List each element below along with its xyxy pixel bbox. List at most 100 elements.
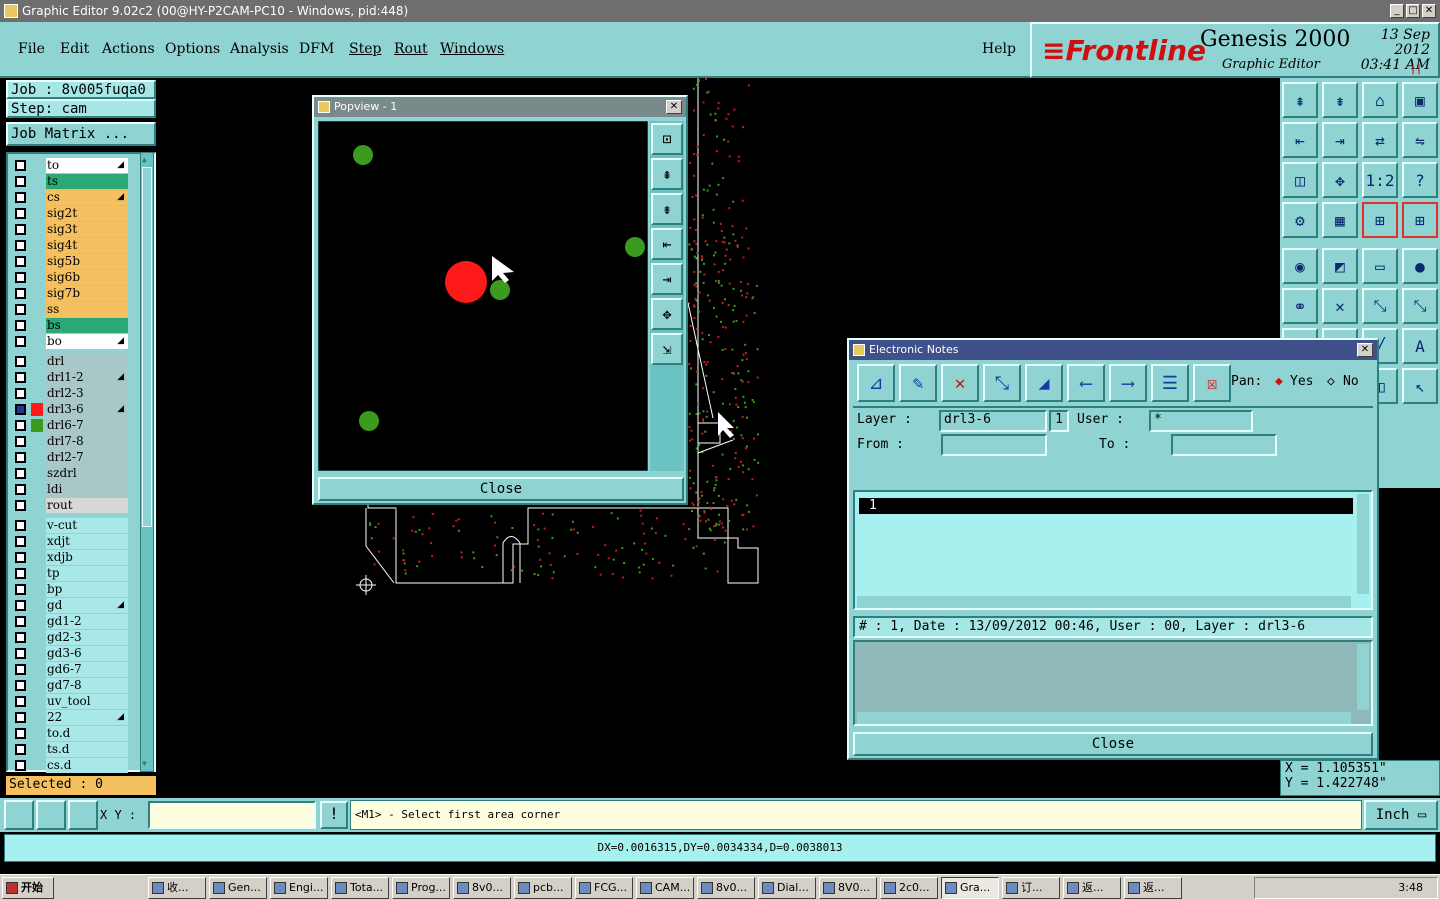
layer-name[interactable]: rout — [46, 498, 128, 513]
menu-analysis[interactable]: Analysis — [230, 41, 289, 57]
layer-row[interactable]: drl3-6 ◢ — [12, 402, 130, 417]
home-icon[interactable]: ⌂ — [1362, 82, 1398, 118]
to-input[interactable] — [1171, 434, 1277, 456]
layer-row[interactable]: gd1-2 — [12, 614, 130, 629]
layer-checkbox[interactable] — [15, 356, 26, 367]
window-icon[interactable]: ▣ — [1402, 82, 1438, 118]
measure-mode-icon[interactable] — [36, 800, 66, 830]
layer-name[interactable]: drl1-2 ◢ — [46, 370, 128, 385]
close-window-button[interactable]: ✕ — [1422, 4, 1436, 18]
query-icon[interactable]: ? — [1402, 162, 1438, 198]
menu-actions[interactable]: Actions — [102, 41, 155, 57]
layer-checkbox[interactable] — [15, 760, 26, 771]
layer-row[interactable]: sig2t — [12, 206, 130, 221]
notes-list-item[interactable]: 1 — [859, 498, 1353, 514]
layer-name[interactable]: 22 ◢ — [46, 710, 128, 725]
layer-name[interactable]: gd1-2 — [46, 614, 128, 629]
snap-mode-icon[interactable] — [4, 800, 34, 830]
layer-checkbox[interactable] — [15, 192, 26, 203]
layer-checkbox[interactable] — [15, 240, 26, 251]
layer-name[interactable]: ldi — [46, 482, 128, 497]
layer-checkbox[interactable] — [15, 648, 26, 659]
layer-name[interactable]: gd ◢ — [46, 598, 128, 613]
taskbar-item[interactable]: 2c0... — [880, 877, 938, 899]
popview-layer-down-icon[interactable]: ⇟ — [651, 193, 683, 225]
from-input[interactable] — [941, 434, 1047, 456]
start-button[interactable]: 开始 — [2, 877, 54, 899]
menu-step[interactable]: Step — [349, 41, 381, 57]
popview-canvas[interactable] — [318, 121, 648, 471]
layer-row[interactable]: xdjb — [12, 550, 130, 565]
layer-name[interactable]: sig6b — [46, 270, 128, 285]
layer-row[interactable]: gd ◢ — [12, 598, 130, 613]
taskbar-item[interactable]: FCG... — [575, 877, 633, 899]
layer-checkbox[interactable] — [15, 468, 26, 479]
layer-checkbox[interactable] — [15, 680, 26, 691]
layer-name[interactable]: bs — [46, 318, 128, 333]
layer-row[interactable]: bs — [12, 318, 130, 333]
layer-row[interactable]: v-cut — [12, 518, 130, 533]
layer-name[interactable]: cs.d — [46, 758, 128, 773]
layer-name[interactable]: bp — [46, 582, 128, 597]
layer-checkbox[interactable] — [15, 160, 26, 171]
layer-checkbox[interactable] — [15, 420, 26, 431]
layer-checkbox[interactable] — [15, 520, 26, 531]
layer-checkbox[interactable] — [15, 568, 26, 579]
notes-list[interactable]: 1 — [853, 490, 1373, 610]
zoom-prev-icon[interactable]: ⇤ — [1282, 122, 1318, 158]
layer-input[interactable]: drl3-6 — [939, 410, 1047, 432]
enotes-close-button[interactable]: Close — [853, 732, 1373, 756]
snap-grid-icon[interactable]: ▦ — [1322, 202, 1358, 238]
layer-row[interactable]: to.d — [12, 726, 130, 741]
layer-row[interactable]: szdrl — [12, 466, 130, 481]
layer-row[interactable]: gd7-8 — [12, 678, 130, 693]
layer-row[interactable]: drl2-7 — [12, 450, 130, 465]
layer-row[interactable]: drl — [12, 354, 130, 369]
layer-submenu-icon[interactable]: ◢ — [117, 158, 124, 173]
notes-list-hscroll[interactable] — [857, 596, 1351, 608]
pan-no-label[interactable]: No — [1343, 374, 1359, 389]
layer-checkbox[interactable] — [15, 484, 26, 495]
layer-name[interactable]: gd2-3 — [46, 630, 128, 645]
layer-checkbox[interactable] — [15, 436, 26, 447]
layer-name[interactable]: drl7-8 — [46, 434, 128, 449]
delete-note-icon[interactable]: ✕ — [941, 364, 979, 402]
layer-name[interactable]: ts — [46, 174, 128, 189]
clear-list-icon[interactable]: ☒ — [1193, 364, 1231, 402]
note-text-area[interactable] — [853, 640, 1373, 726]
taskbar-item[interactable]: Gra... — [941, 877, 999, 899]
layer-name[interactable]: tp — [46, 566, 128, 581]
layer-row[interactable]: xdjt — [12, 534, 130, 549]
pan-area-icon[interactable]: ⇄ — [1362, 122, 1398, 158]
enotes-close-icon[interactable]: ✕ — [1357, 343, 1373, 357]
taskbar-item[interactable]: 返... — [1124, 877, 1182, 899]
note-text-hscroll[interactable] — [857, 712, 1351, 724]
edit-note-icon[interactable]: ✎ — [899, 364, 937, 402]
layer-row[interactable]: drl2-3 — [12, 386, 130, 401]
layer-submenu-icon[interactable]: ◢ — [117, 598, 124, 613]
layer-name[interactable]: drl2-3 — [46, 386, 128, 401]
layer-row[interactable]: gd2-3 — [12, 630, 130, 645]
layer-name[interactable]: ss — [46, 302, 128, 317]
popview-shift-left-icon[interactable]: ⇤ — [651, 228, 683, 260]
scroll-up-icon[interactable]: ▲ — [142, 155, 152, 165]
layer-checkbox[interactable] — [15, 404, 26, 415]
layer-checkbox[interactable] — [15, 500, 26, 511]
layer-name[interactable]: sig5b — [46, 254, 128, 269]
taskbar-item[interactable]: Gen... — [209, 877, 267, 899]
taskbar-item[interactable]: 返... — [1063, 877, 1121, 899]
link-note-icon[interactable]: ⤡ — [983, 364, 1021, 402]
layer-row[interactable]: 22 ◢ — [12, 710, 130, 725]
popview-layer-up-icon[interactable]: ⇞ — [651, 158, 683, 190]
grid-icon[interactable] — [68, 800, 98, 830]
next-note-icon[interactable]: ⟶ — [1109, 364, 1147, 402]
layer-name[interactable]: gd6-7 — [46, 662, 128, 677]
menu-windows[interactable]: Windows — [440, 41, 504, 57]
layer-checkbox[interactable] — [15, 744, 26, 755]
layer-down-icon[interactable]: ⇟ — [1322, 82, 1358, 118]
popview-zoom-out-icon[interactable]: ⇲ — [651, 333, 683, 365]
taskbar-item[interactable]: Prog... — [392, 877, 450, 899]
layer-name[interactable]: drl2-7 — [46, 450, 128, 465]
layer-name[interactable]: gd3-6 — [46, 646, 128, 661]
taskbar-item[interactable]: 收... — [148, 877, 206, 899]
